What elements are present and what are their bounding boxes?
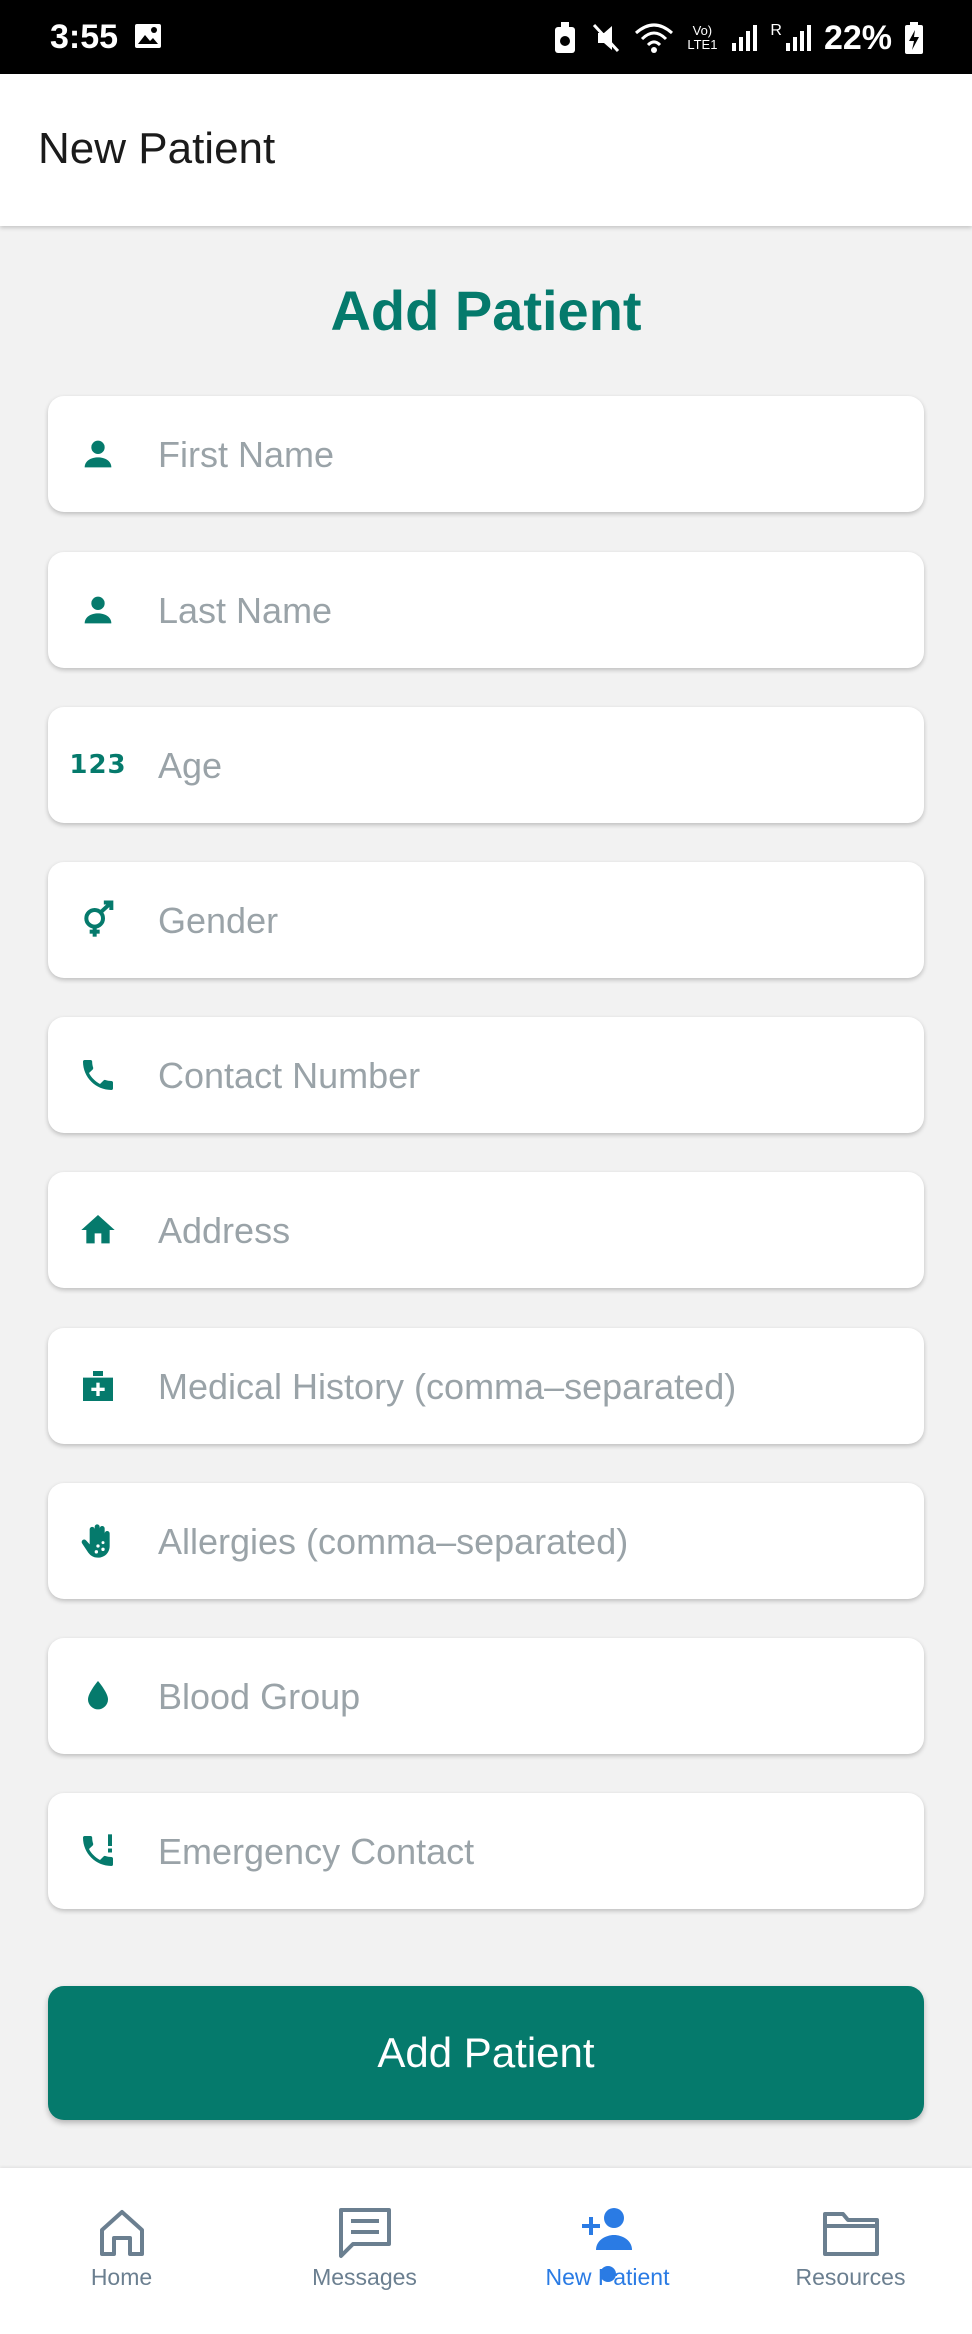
medical-history-input[interactable] <box>156 1328 900 1446</box>
allergy-hand-icon <box>78 1521 118 1561</box>
gallery-icon <box>135 24 161 48</box>
age-field[interactable]: 123 <box>48 707 924 825</box>
gender-input[interactable] <box>156 862 900 980</box>
person-icon <box>78 590 118 630</box>
tab-home[interactable]: Home <box>0 2168 243 2334</box>
tab-resources-label: Resources <box>795 2264 906 2290</box>
volte-icon: Vo) LTE1 <box>687 23 718 52</box>
status-icons: Vo) LTE1 R 22% <box>552 16 924 60</box>
battery-charging-icon <box>905 22 923 54</box>
numbers-icon: 123 <box>69 750 127 780</box>
mute-icon <box>593 23 620 53</box>
last-name-field[interactable] <box>48 552 924 670</box>
gender-field[interactable] <box>48 862 924 980</box>
blood-drop-icon <box>78 1676 118 1716</box>
alarm-icon <box>555 22 576 53</box>
page-title: New Patient <box>38 124 276 173</box>
phone-icon <box>78 1055 118 1095</box>
tab-messages-label: Messages <box>312 2264 417 2290</box>
person-add-icon <box>578 2204 638 2260</box>
blood-group-input[interactable] <box>156 1638 900 1756</box>
app-bar: New Patient <box>0 74 972 226</box>
message-icon <box>335 2204 395 2260</box>
medical-bag-icon <box>78 1366 118 1406</box>
status-bar: 3:55 Vo) LTE1 R 22% <box>0 0 972 74</box>
active-indicator-dot <box>599 2266 616 2282</box>
address-input[interactable] <box>156 1172 900 1290</box>
wifi-icon <box>635 23 674 53</box>
tab-resources[interactable]: Resources <box>729 2168 972 2334</box>
emergency-contact-input[interactable] <box>156 1793 900 1911</box>
tab-new-patient[interactable]: New Patient <box>486 2168 729 2334</box>
emergency-contact-field[interactable] <box>48 1793 924 1911</box>
form-heading: Add Patient <box>330 279 642 342</box>
first-name-field[interactable] <box>48 396 924 514</box>
first-name-input[interactable] <box>156 396 900 514</box>
home-icon <box>78 1210 118 1250</box>
blood-group-field[interactable] <box>48 1638 924 1756</box>
allergies-field[interactable] <box>48 1483 924 1601</box>
bottom-nav: Home Messages New Patient Resources <box>0 2168 972 2334</box>
tab-home-label: Home <box>90 2264 153 2290</box>
folder-icon <box>821 2204 881 2260</box>
medical-history-field[interactable] <box>48 1328 924 1446</box>
signal-roaming-icon <box>785 25 811 51</box>
signal-roaming-label: R <box>770 22 782 39</box>
contact-number-input[interactable] <box>156 1017 900 1135</box>
battery-percent: 22% <box>823 18 892 57</box>
tab-messages[interactable]: Messages <box>243 2168 486 2334</box>
add-patient-button[interactable]: Add Patient <box>48 1986 924 2120</box>
emergency-phone-icon <box>78 1831 118 1871</box>
person-icon <box>78 434 118 474</box>
age-input[interactable] <box>156 707 900 825</box>
signal-icon <box>732 25 758 51</box>
status-time: 3:55 <box>50 18 119 56</box>
gender-icon <box>78 900 118 940</box>
address-field[interactable] <box>48 1172 924 1290</box>
allergies-input[interactable] <box>156 1483 900 1601</box>
contact-number-field[interactable] <box>48 1017 924 1135</box>
last-name-input[interactable] <box>156 552 900 670</box>
home-outline-icon <box>92 2204 152 2260</box>
